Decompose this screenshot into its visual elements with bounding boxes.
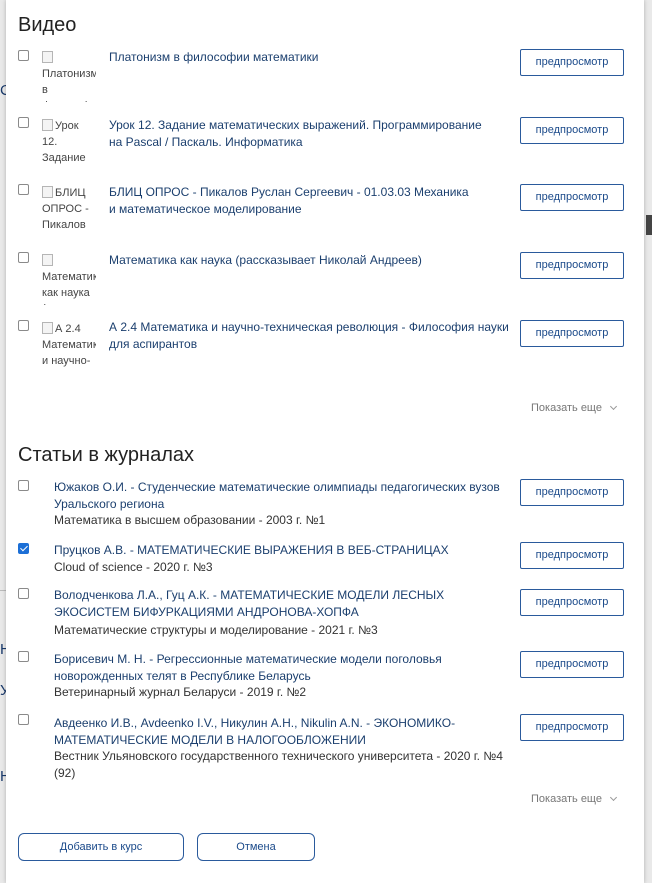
video-title[interactable]: Математика как наука (рассказывает Никол… xyxy=(109,252,509,269)
articles-show-more[interactable]: Показать еще xyxy=(531,793,618,805)
article-source: Математика в высшем образовании - 2003 г… xyxy=(54,513,326,527)
preview-button[interactable]: предпросмотр xyxy=(520,252,624,279)
preview-button[interactable]: предпросмотр xyxy=(520,589,624,616)
video-thumbnail: Платонизм в философии xyxy=(42,50,96,102)
video-title[interactable]: А 2.4 Математика и научно-техническая ре… xyxy=(109,319,514,353)
video-checkbox[interactable] xyxy=(18,320,29,331)
preview-button[interactable]: предпросмотр xyxy=(520,714,624,741)
article-checkbox[interactable] xyxy=(18,543,29,554)
preview-button[interactable]: предпросмотр xyxy=(520,184,624,211)
broken-image-icon xyxy=(42,119,53,131)
broken-image-icon xyxy=(42,254,53,266)
broken-image-icon xyxy=(42,322,53,334)
add-to-course-button[interactable]: Добавить в курс xyxy=(18,833,184,861)
article-source: Вестник Ульяновского государственного те… xyxy=(54,749,503,780)
video-title[interactable]: БЛИЦ ОПРОС - Пикалов Руслан Сергеевич - … xyxy=(109,184,469,218)
videos-heading: Видео xyxy=(18,14,77,36)
article-title[interactable]: Борисевич М. Н. - Регрессионные математи… xyxy=(54,651,516,685)
article-checkbox[interactable] xyxy=(18,651,29,662)
article-source: Математические структуры и моделирование… xyxy=(54,623,378,637)
video-thumbnail: Математика как наука (расскаже xyxy=(42,253,96,305)
show-more-label: Показать еще xyxy=(531,793,602,805)
video-checkbox[interactable] xyxy=(18,117,29,128)
video-title[interactable]: Урок 12. Задание математических выражени… xyxy=(109,117,494,151)
broken-image-icon xyxy=(42,51,53,63)
videos-show-more[interactable]: Показать еще xyxy=(531,402,618,414)
article-title[interactable]: Володченкова Л.А., Гуц А.К. - МАТЕМАТИЧЕ… xyxy=(54,587,499,621)
article-checkbox[interactable] xyxy=(18,480,29,491)
background-right-strip xyxy=(646,215,652,235)
chevron-down-icon xyxy=(609,793,618,802)
article-source: Cloud of science - 2020 г. №3 xyxy=(54,560,213,574)
video-title[interactable]: Платонизм в философии математики xyxy=(109,49,509,66)
add-materials-modal: Видео Платонизм в философии Платонизм в … xyxy=(6,0,644,883)
chevron-down-icon xyxy=(609,402,618,411)
video-thumbnail-alt: Платонизм в философии xyxy=(42,68,96,102)
preview-button[interactable]: предпросмотр xyxy=(520,117,624,144)
preview-button[interactable]: предпросмотр xyxy=(520,320,624,347)
articles-heading: Статьи в журналах xyxy=(18,444,195,466)
video-thumbnail-alt: Математика как наука (расскаже xyxy=(42,271,96,305)
broken-image-icon xyxy=(42,186,53,198)
preview-button[interactable]: предпросмотр xyxy=(520,542,624,569)
video-thumbnail: БЛИЦ ОПРОС - Пикалов xyxy=(42,185,96,237)
video-thumbnail: А 2.4 Математика и научно- xyxy=(42,321,96,373)
preview-button[interactable]: предпросмотр xyxy=(520,651,624,678)
video-thumbnail: Урок 12. Задание xyxy=(42,118,96,170)
preview-button[interactable]: предпросмотр xyxy=(520,49,624,76)
article-title[interactable]: Авдеенко И.В., Avdeenko I.V., Никулин А.… xyxy=(54,715,459,749)
article-title[interactable]: Пруцков А.В. - МАТЕМАТИЧЕСКИЕ ВЫРАЖЕНИЯ … xyxy=(54,542,514,559)
show-more-label: Показать еще xyxy=(531,402,602,414)
article-checkbox[interactable] xyxy=(18,714,29,725)
video-checkbox[interactable] xyxy=(18,184,29,195)
article-source: Ветеринарный журнал Беларуси - 2019 г. №… xyxy=(54,685,307,699)
preview-button[interactable]: предпросмотр xyxy=(520,479,624,506)
video-checkbox[interactable] xyxy=(18,50,29,61)
article-title[interactable]: Южаков О.И. - Студенческие математически… xyxy=(54,479,504,513)
article-checkbox[interactable] xyxy=(18,588,29,599)
cancel-button[interactable]: Отмена xyxy=(197,833,315,861)
video-checkbox[interactable] xyxy=(18,252,29,263)
